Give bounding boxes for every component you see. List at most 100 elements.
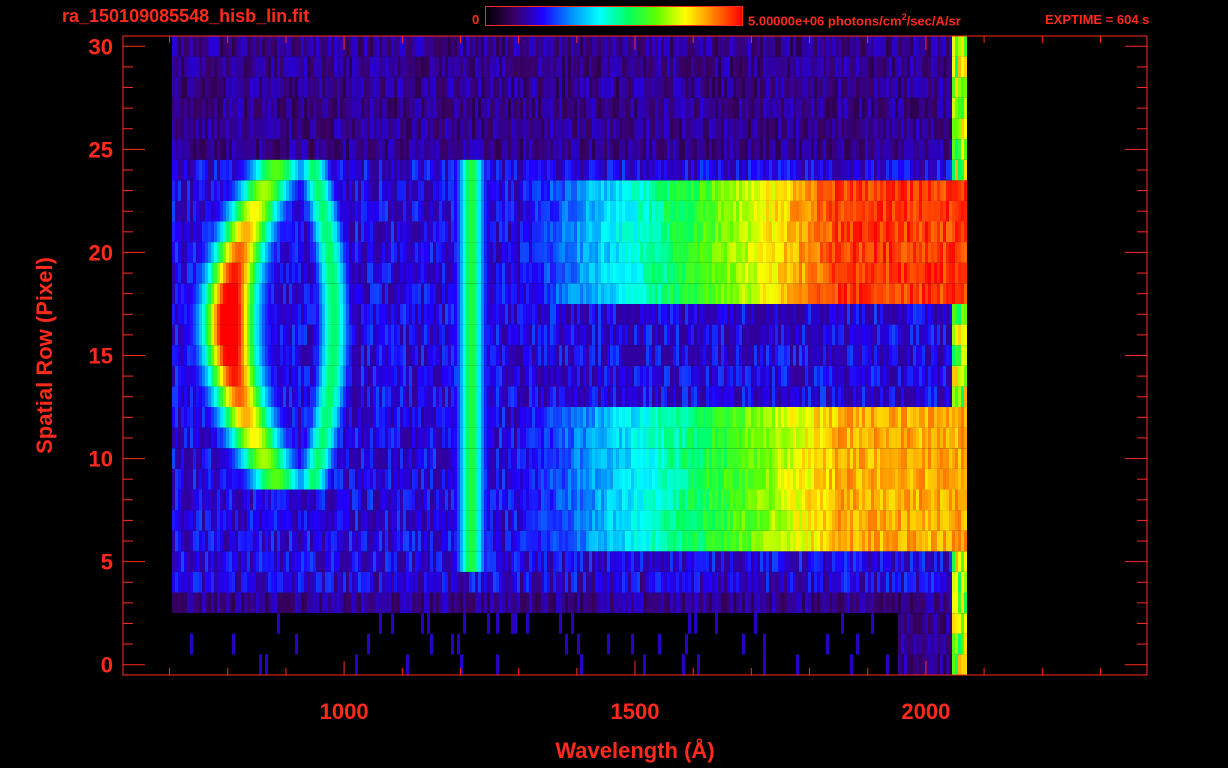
heatmap-cell <box>247 386 250 407</box>
heatmap-cell <box>325 448 328 469</box>
heatmap-cell <box>916 654 919 675</box>
heatmap-cell <box>478 592 481 614</box>
heatmap-cell <box>850 262 853 284</box>
heatmap-cell <box>361 510 364 531</box>
heatmap-cell <box>205 365 208 387</box>
heatmap-cell <box>235 427 238 449</box>
heatmap-cell <box>277 365 280 387</box>
heatmap-cell <box>484 571 487 593</box>
heatmap-cell <box>253 221 256 243</box>
heatmap-cell <box>829 592 832 614</box>
heatmap-cell <box>448 551 451 572</box>
heatmap-cell <box>586 407 589 428</box>
heatmap-cell <box>292 468 295 490</box>
heatmap-cell <box>220 551 223 572</box>
heatmap-cell <box>676 571 679 593</box>
heatmap-cell <box>757 551 760 572</box>
heatmap-cell <box>346 365 349 387</box>
heatmap-cell <box>580 345 583 366</box>
heatmap-cell <box>370 489 373 511</box>
heatmap-cell <box>472 468 475 490</box>
heatmap-cell <box>409 592 412 614</box>
heatmap-cell <box>811 592 814 614</box>
heatmap-cell <box>301 427 304 449</box>
heatmap-cell <box>919 551 922 572</box>
heatmap-cell <box>355 262 358 284</box>
heatmap-cell <box>289 551 292 572</box>
heatmap-cell <box>748 262 751 284</box>
heatmap-cell <box>259 592 262 614</box>
heatmap-cell <box>520 530 523 552</box>
heatmap-cell <box>307 365 310 387</box>
heatmap-cell <box>193 386 196 407</box>
heatmap-cell <box>223 262 226 284</box>
heatmap-cell <box>865 345 868 366</box>
heatmap-cell <box>400 448 403 469</box>
heatmap-cell <box>766 571 769 593</box>
heatmap-cell <box>514 530 517 552</box>
heatmap-cell <box>421 427 424 449</box>
heatmap-cell <box>322 592 325 614</box>
heatmap-cell <box>262 221 265 243</box>
heatmap-cell <box>964 242 967 263</box>
heatmap-cell <box>823 345 826 366</box>
heatmap-cell <box>256 571 259 593</box>
heatmap-cell <box>943 489 946 511</box>
heatmap-cell <box>703 407 706 428</box>
heatmap-cell <box>277 304 280 325</box>
heatmap-cell <box>643 283 646 304</box>
heatmap-cell <box>214 592 217 614</box>
heatmap-cell <box>760 510 763 531</box>
heatmap-cell <box>457 324 460 346</box>
heatmap-cell <box>763 283 766 304</box>
heatmap-cell <box>355 242 358 263</box>
heatmap-cell <box>715 345 718 366</box>
heatmap-cell <box>388 365 391 387</box>
heatmap-cell <box>859 324 862 346</box>
heatmap-cell <box>697 654 700 675</box>
heatmap-cell <box>937 510 940 531</box>
heatmap-cell <box>634 489 637 511</box>
heatmap-cell <box>448 262 451 284</box>
heatmap-cell <box>523 304 526 325</box>
heatmap-cell <box>334 386 337 407</box>
heatmap-cell <box>706 551 709 572</box>
heatmap-cell <box>469 468 472 490</box>
heatmap-cell <box>865 304 868 325</box>
heatmap-cell <box>874 510 877 531</box>
heatmap-cell <box>652 468 655 490</box>
heatmap-cell <box>484 386 487 407</box>
heatmap-cell <box>523 262 526 284</box>
heatmap-cell <box>502 283 505 304</box>
heatmap-cell <box>640 510 643 531</box>
heatmap-cell <box>370 242 373 263</box>
heatmap-cell <box>553 571 556 593</box>
heatmap-cell <box>502 365 505 387</box>
heatmap-cell <box>862 324 865 346</box>
heatmap-cell <box>880 386 883 407</box>
heatmap-cell <box>592 283 595 304</box>
heatmap-cell <box>952 283 955 304</box>
heatmap-cell <box>676 407 679 428</box>
heatmap-cell <box>286 345 289 366</box>
heatmap-cell <box>826 489 829 511</box>
heatmap-cell <box>826 304 829 325</box>
heatmap-cell <box>595 304 598 325</box>
heatmap-cell <box>829 510 832 531</box>
heatmap-cell <box>247 345 250 366</box>
heatmap-cell <box>742 448 745 469</box>
heatmap-cell <box>445 262 448 284</box>
heatmap-cell <box>430 221 433 243</box>
heatmap-cell <box>328 283 331 304</box>
heatmap-cell <box>358 304 361 325</box>
heatmap-cell <box>319 283 322 304</box>
heatmap-cell <box>361 242 364 263</box>
heatmap-cell <box>235 386 238 407</box>
heatmap-cell <box>922 304 925 325</box>
heatmap-cell <box>835 551 838 572</box>
heatmap-cell <box>241 551 244 572</box>
heatmap-cell <box>871 592 874 614</box>
heatmap-cell <box>355 654 358 675</box>
heatmap-cell <box>829 489 832 511</box>
heatmap-cell <box>790 571 793 593</box>
